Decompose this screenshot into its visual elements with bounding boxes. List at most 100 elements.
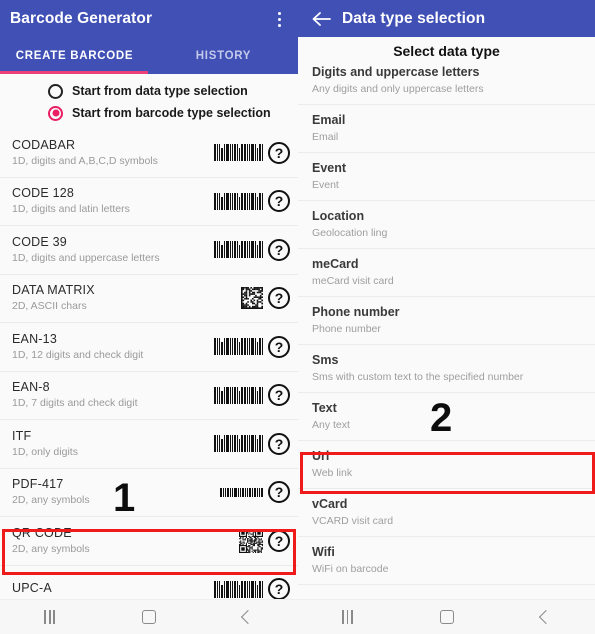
data-type-desc: Event	[312, 179, 339, 191]
help-icon[interactable]: ?	[268, 481, 290, 504]
kebab-menu-icon[interactable]	[270, 8, 288, 30]
barcode-type-name: CODE 39	[12, 234, 67, 249]
datamatrix-icon	[241, 287, 263, 310]
list-item[interactable]: CODABAR 1D, digits and A,B,C,D symbols ?	[0, 129, 298, 178]
data-type-desc: Any digits and only uppercase letters	[312, 83, 484, 95]
data-type-name: Wifi	[312, 545, 335, 559]
sheet-title: Select data type	[298, 37, 595, 65]
back-arrow-icon[interactable]	[308, 6, 334, 32]
radio-row-data-type[interactable]: Start from data type selection	[0, 80, 298, 102]
dual-phone-screenshot: Barcode Generator CREATE BARCODE HISTORY…	[0, 0, 595, 634]
data-type-sheet: Select data type Digits and uppercase le…	[298, 37, 595, 597]
list-item[interactable]: CODE 39 1D, digits and uppercase letters…	[0, 226, 298, 275]
data-type-desc: Sms with custom text to the specified nu…	[312, 371, 524, 383]
row-icons: ?	[214, 238, 290, 261]
radio-row-barcode-type[interactable]: Start from barcode type selection	[0, 102, 298, 124]
help-icon[interactable]: ?	[268, 529, 290, 552]
recents-icon[interactable]	[328, 604, 368, 630]
help-icon[interactable]: ?	[268, 432, 290, 455]
row-icons: ?	[239, 528, 290, 553]
list-item[interactable]: DATA MATRIX 2D, ASCII chars ?	[0, 274, 298, 323]
barcode-type-name: EAN-13	[12, 331, 57, 346]
home-icon[interactable]	[129, 604, 169, 630]
data-type-desc: Web link	[312, 467, 353, 479]
recents-icon[interactable]	[30, 604, 70, 630]
list-item[interactable]: Wifi WiFi on barcode	[298, 537, 595, 585]
barcode-type-name: ITF	[12, 428, 32, 443]
data-type-desc: Phone number	[312, 323, 381, 335]
row-icons: ?	[241, 287, 290, 310]
data-type-name: meCard	[312, 257, 359, 271]
data-type-name: Sms	[312, 353, 339, 367]
list-item[interactable]: Email Email	[298, 105, 595, 153]
row-icons: ?	[214, 190, 290, 213]
barcode-type-list: CODABAR 1D, digits and A,B,C,D symbols ?…	[0, 129, 298, 614]
help-icon[interactable]: ?	[268, 141, 290, 164]
barcode-type-name: EAN-8	[12, 380, 50, 395]
help-icon[interactable]: ?	[268, 384, 290, 407]
list-item[interactable]: EAN-13 1D, 12 digits and check digit ?	[0, 323, 298, 372]
right-app-bar: Data type selection	[298, 0, 595, 37]
data-type-name: vCard	[312, 497, 348, 511]
data-type-name: Url	[312, 449, 330, 463]
data-type-name: Location	[312, 209, 365, 223]
back-icon[interactable]	[228, 604, 268, 630]
row-icons: ?	[214, 141, 290, 164]
tab-create-barcode[interactable]: CREATE BARCODE	[0, 38, 149, 74]
list-item[interactable]: Url Web link	[298, 441, 595, 489]
row-icons: ?	[220, 481, 290, 504]
tab-active-indicator	[0, 71, 148, 74]
list-item[interactable]: EAN-8 1D, 7 digits and check digit ?	[0, 371, 298, 420]
list-item[interactable]: Location Geolocation ling	[298, 201, 595, 249]
barcode-type-desc: 2D, ASCII chars	[12, 300, 87, 313]
pdf417-icon	[220, 487, 263, 497]
radio-barcode-type-selection[interactable]	[48, 105, 63, 121]
list-item[interactable]: meCard meCard visit card	[298, 249, 595, 297]
radio-label-data-type: Start from data type selection	[72, 84, 248, 98]
barcode-type-desc: 1D, only digits	[12, 445, 78, 458]
app-title: Barcode Generator	[10, 10, 153, 27]
tab-bar: CREATE BARCODE HISTORY	[0, 38, 298, 74]
home-icon[interactable]	[427, 604, 467, 630]
list-item[interactable]: Event Event	[298, 153, 595, 201]
list-item[interactable]: QR CODE 2D, any symbols ?	[0, 517, 298, 566]
help-icon[interactable]: ?	[268, 335, 290, 358]
data-type-desc: VCARD visit card	[312, 515, 394, 527]
barcode-type-desc: 1D, 12 digits and check digit	[12, 348, 144, 361]
start-mode-radio-group: Start from data type selection Start fro…	[0, 74, 298, 129]
list-item[interactable]: CODE 128 1D, digits and latin letters ?	[0, 177, 298, 226]
help-icon[interactable]: ?	[268, 238, 290, 261]
barcode-type-name: DATA MATRIX	[12, 283, 95, 298]
radio-data-type-selection[interactable]	[48, 83, 63, 99]
back-icon[interactable]	[526, 604, 566, 630]
row-icons: ?	[214, 578, 290, 601]
data-type-name: Digits and uppercase letters	[312, 65, 480, 79]
annotation-number-2: 2	[430, 396, 453, 440]
barcode-1d-icon	[214, 386, 263, 404]
help-icon[interactable]: ?	[268, 578, 290, 601]
barcode-type-desc: 1D, digits and A,B,C,D symbols	[12, 154, 158, 167]
left-phone-panel: Barcode Generator CREATE BARCODE HISTORY…	[0, 0, 298, 634]
barcode-type-name: UPC-A	[12, 581, 52, 596]
annotation-number-1: 1	[113, 476, 136, 520]
barcode-1d-icon	[214, 241, 263, 259]
tab-history[interactable]: HISTORY	[149, 38, 298, 74]
barcode-type-name: CODABAR	[12, 137, 76, 152]
data-type-name: Text	[312, 401, 337, 415]
list-item[interactable]: vCard VCARD visit card	[298, 489, 595, 537]
data-type-desc: WiFi on barcode	[312, 563, 389, 575]
help-icon[interactable]: ?	[268, 190, 290, 213]
barcode-type-desc: 1D, digits and latin letters	[12, 203, 130, 216]
list-item[interactable]: Phone number Phone number	[298, 297, 595, 345]
qr-code-icon	[239, 528, 263, 553]
barcode-type-name: CODE 128	[12, 186, 75, 201]
list-item[interactable]: PDF-417 2D, any symbols ?	[0, 468, 298, 517]
right-screen-title: Data type selection	[342, 9, 486, 27]
barcode-1d-icon	[214, 338, 263, 356]
left-app-bar: Barcode Generator	[0, 0, 298, 38]
data-type-desc: Email	[312, 131, 339, 143]
row-icons: ?	[214, 432, 290, 455]
list-item[interactable]: ITF 1D, only digits ?	[0, 420, 298, 469]
help-icon[interactable]: ?	[268, 287, 290, 310]
list-item[interactable]: Sms Sms with custom text to the specifie…	[298, 345, 595, 393]
